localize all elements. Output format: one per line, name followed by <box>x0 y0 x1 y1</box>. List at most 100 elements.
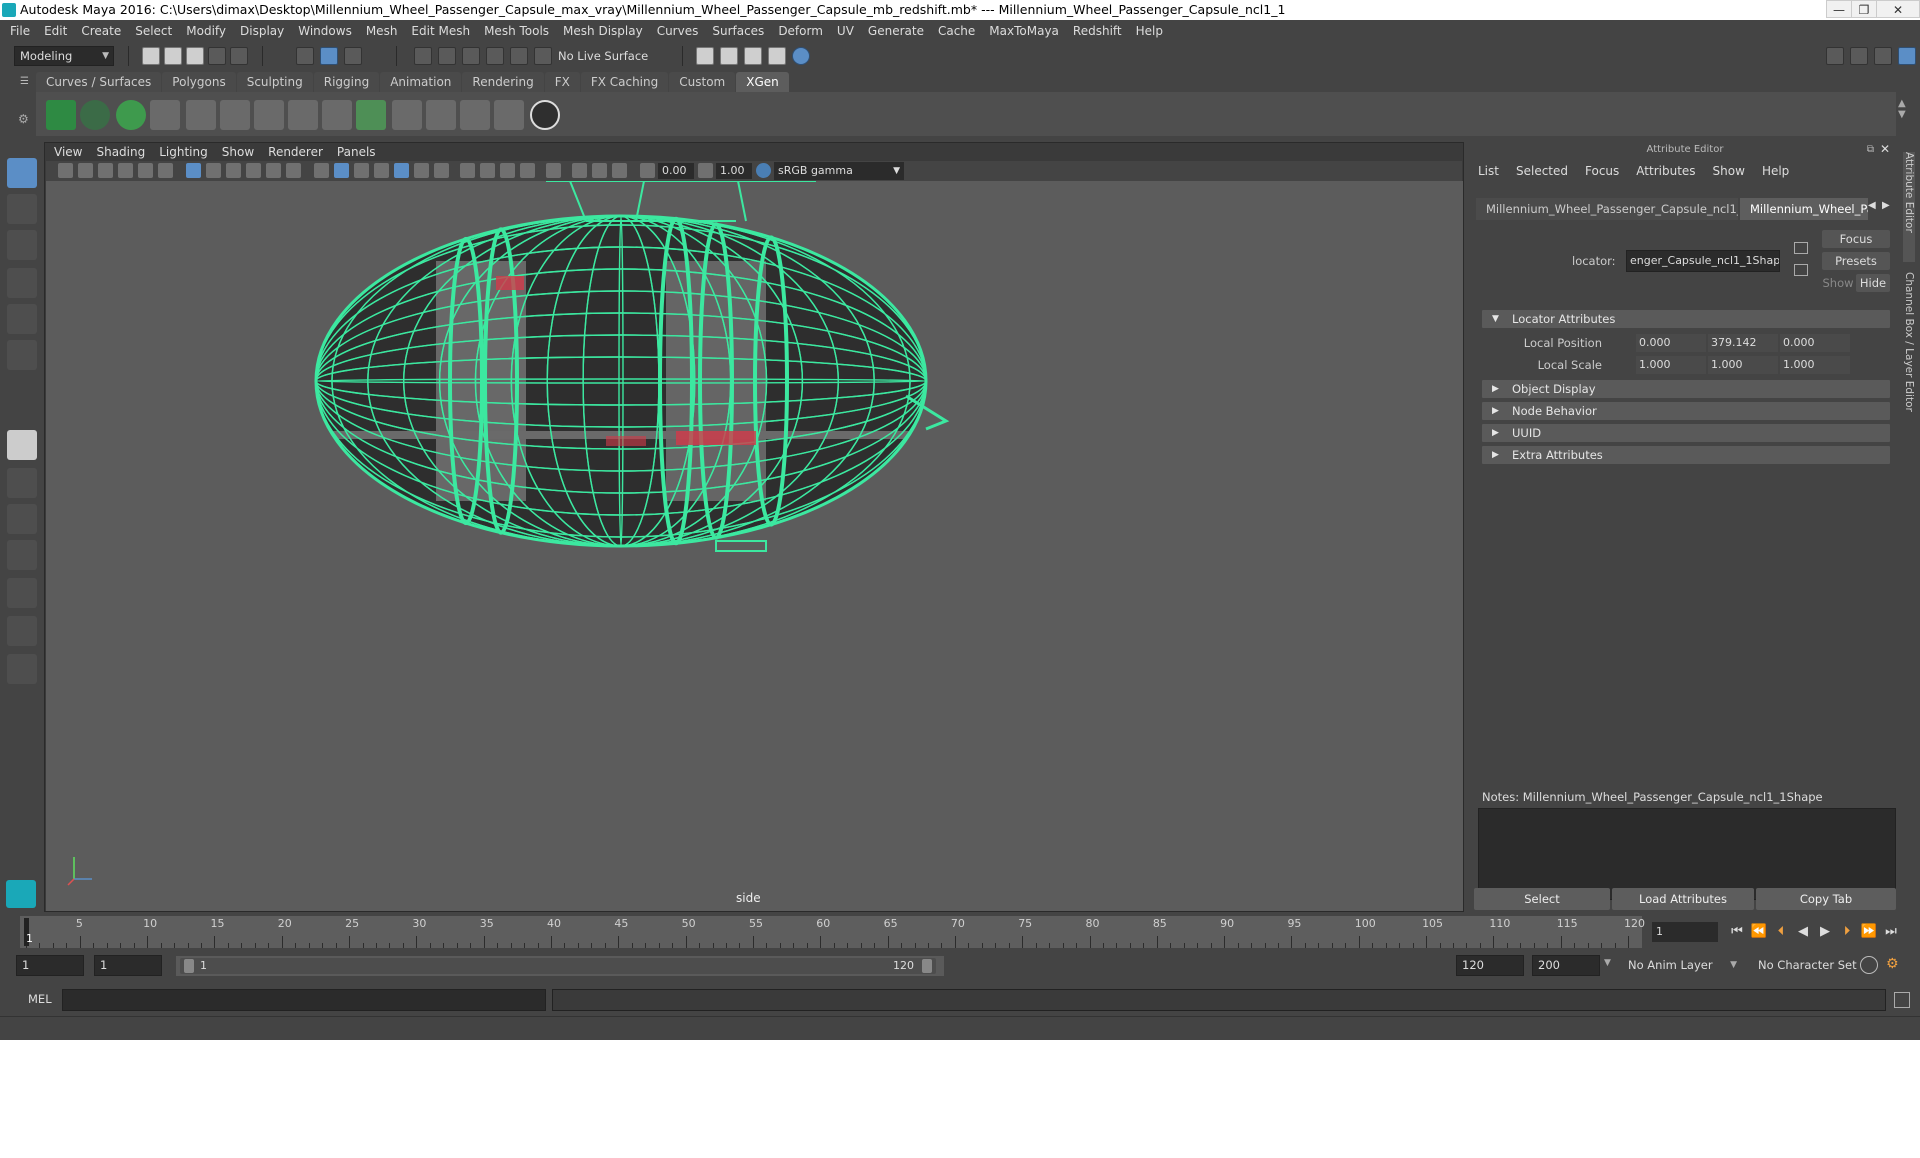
step-back-frame-icon[interactable]: ⏪ <box>1750 922 1768 942</box>
safe-action-icon[interactable] <box>286 163 301 178</box>
ambient-occlusion-icon[interactable] <box>460 163 475 178</box>
step-forward-key-icon[interactable]: ⏵ <box>1838 922 1856 942</box>
tab-sculpting[interactable]: Sculpting <box>236 72 313 92</box>
ae-menu-list[interactable]: List <box>1478 164 1499 178</box>
image-plane-icon[interactable] <box>118 163 133 178</box>
tab-fx-caching[interactable]: FX Caching <box>580 72 669 92</box>
isolate-select-icon[interactable] <box>546 163 561 178</box>
menu-mesh[interactable]: Mesh <box>366 24 398 38</box>
textured-icon[interactable] <box>394 163 409 178</box>
auto-key-icon[interactable] <box>1860 956 1878 974</box>
animation-start-field[interactable]: 1 <box>16 955 84 976</box>
menu-select[interactable]: Select <box>135 24 172 38</box>
minimize-button[interactable]: — <box>1826 0 1852 18</box>
xgen-description-icon[interactable] <box>80 100 110 130</box>
menu-edit-mesh[interactable]: Edit Mesh <box>411 24 470 38</box>
tab-xgen[interactable]: XGen <box>736 72 789 92</box>
local-position-x[interactable]: 0.000 <box>1636 334 1706 352</box>
move-tool-icon[interactable] <box>7 268 37 298</box>
current-frame-field[interactable]: 1 <box>1652 922 1718 942</box>
section-object-display[interactable]: ▶ Object Display <box>1482 380 1890 398</box>
menu-mesh-display[interactable]: Mesh Display <box>563 24 643 38</box>
grease-pencil-icon[interactable] <box>158 163 173 178</box>
xgen-lock-icon[interactable] <box>288 100 318 130</box>
anim-layer-dropdown[interactable]: No Anim Layer ▼ <box>1622 955 1744 976</box>
xgen-select-icon[interactable] <box>392 100 422 130</box>
gate-mask-icon[interactable] <box>246 163 261 178</box>
vp-menu-view[interactable]: View <box>54 145 82 159</box>
camera-icon[interactable] <box>58 163 73 178</box>
hypershade-view-icon[interactable] <box>7 616 37 646</box>
time-slider[interactable]: 5 10 15 20 25 30 35 40 45 50 55 60 65 70 75 80 85 90 95 100… <box>20 916 1645 948</box>
vp-menu-show[interactable]: Show <box>222 145 254 159</box>
grid-icon[interactable] <box>186 163 201 178</box>
range-handle-right[interactable] <box>922 959 932 973</box>
live-surface-field[interactable]: No Live Surface <box>552 46 652 66</box>
save-scene-icon[interactable] <box>186 47 204 65</box>
menu-display[interactable]: Display <box>240 24 284 38</box>
ae-tab-shape[interactable]: Millennium_Wheel_Pa <box>1740 198 1868 220</box>
vp-menu-renderer[interactable]: Renderer <box>268 145 323 159</box>
xgen-rebuild-icon[interactable] <box>254 100 284 130</box>
menu-windows[interactable]: Windows <box>298 24 352 38</box>
side-tab-attribute-editor[interactable]: Attribute Editor <box>1903 152 1915 262</box>
four-view-icon[interactable] <box>7 468 37 498</box>
range-handle-left[interactable] <box>184 959 194 973</box>
menu-file[interactable]: File <box>10 24 30 38</box>
go-to-end-icon[interactable]: ⏭ <box>1882 922 1900 942</box>
menu-deform[interactable]: Deform <box>778 24 823 38</box>
xgen-collection-icon[interactable] <box>116 100 146 130</box>
section-uuid[interactable]: ▶ UUID <box>1482 424 1890 442</box>
snap-point-icon[interactable] <box>462 47 480 65</box>
ae-menu-show[interactable]: Show <box>1713 164 1745 178</box>
command-input[interactable] <box>62 989 546 1011</box>
menu-surfaces[interactable]: Surfaces <box>712 24 764 38</box>
outliner-view-icon[interactable] <box>7 540 37 570</box>
menu-curves[interactable]: Curves <box>657 24 699 38</box>
menu-help[interactable]: Help <box>1136 24 1163 38</box>
film-gate-icon[interactable] <box>206 163 221 178</box>
xgen-sculpt-icon[interactable] <box>322 100 352 130</box>
xgen-place-guides-icon[interactable] <box>150 100 180 130</box>
color-space-dropdown[interactable]: sRGB gamma ▼ <box>774 162 904 180</box>
side-tab-channel-box[interactable]: Channel Box / Layer Editor <box>1903 272 1915 432</box>
playback-end-field[interactable]: 120 <box>1456 955 1524 976</box>
render-current-icon[interactable] <box>720 47 738 65</box>
preferences-icon[interactable]: ⚙ <box>1886 956 1904 974</box>
tab-scroll-left-icon[interactable]: ◀ <box>1868 200 1876 211</box>
wireframe-on-shaded-icon[interactable] <box>374 163 389 178</box>
tab-custom[interactable]: Custom <box>669 72 736 92</box>
hypershade-icon[interactable] <box>792 47 810 65</box>
xray-icon[interactable] <box>572 163 587 178</box>
modeling-toolkit-icon[interactable] <box>1874 47 1892 65</box>
tab-fx[interactable]: FX <box>544 72 580 92</box>
section-extra-attributes[interactable]: ▶ Extra Attributes <box>1482 446 1890 464</box>
lasso-tool-icon[interactable] <box>7 194 37 224</box>
load-attributes-button[interactable]: Load Attributes <box>1612 888 1754 910</box>
lights-icon[interactable] <box>414 163 429 178</box>
open-scene-icon[interactable] <box>164 47 182 65</box>
new-scene-icon[interactable] <box>142 47 160 65</box>
shelf-menu-icon[interactable]: ☰ <box>20 76 34 90</box>
select-node-icon[interactable] <box>1794 242 1808 254</box>
snap-plane-icon[interactable] <box>486 47 504 65</box>
ae-select-button[interactable]: Select <box>1474 888 1610 910</box>
ae-menu-selected[interactable]: Selected <box>1516 164 1568 178</box>
copy-tab-button[interactable]: Copy Tab <box>1756 888 1896 910</box>
wireframe-icon[interactable] <box>314 163 329 178</box>
xgen-layers-icon[interactable] <box>356 100 386 130</box>
select-tool-icon[interactable] <box>7 158 37 188</box>
undo-icon[interactable] <box>208 47 226 65</box>
local-scale-z[interactable]: 1.000 <box>1780 356 1850 374</box>
menu-cache[interactable]: Cache <box>938 24 975 38</box>
tab-polygons[interactable]: Polygons <box>162 72 236 92</box>
two-view-icon[interactable] <box>7 504 37 534</box>
show-button[interactable]: Show <box>1822 274 1854 292</box>
bookmark-icon[interactable] <box>98 163 113 178</box>
snap-grid-icon[interactable] <box>414 47 432 65</box>
color-management-icon[interactable] <box>756 163 771 178</box>
gamma-field[interactable]: 1.00 <box>716 163 752 179</box>
shelf-scroll-icon[interactable]: ▲ ▼ <box>1898 98 1906 120</box>
redo-icon[interactable] <box>230 47 248 65</box>
exposure-icon[interactable] <box>640 163 655 178</box>
